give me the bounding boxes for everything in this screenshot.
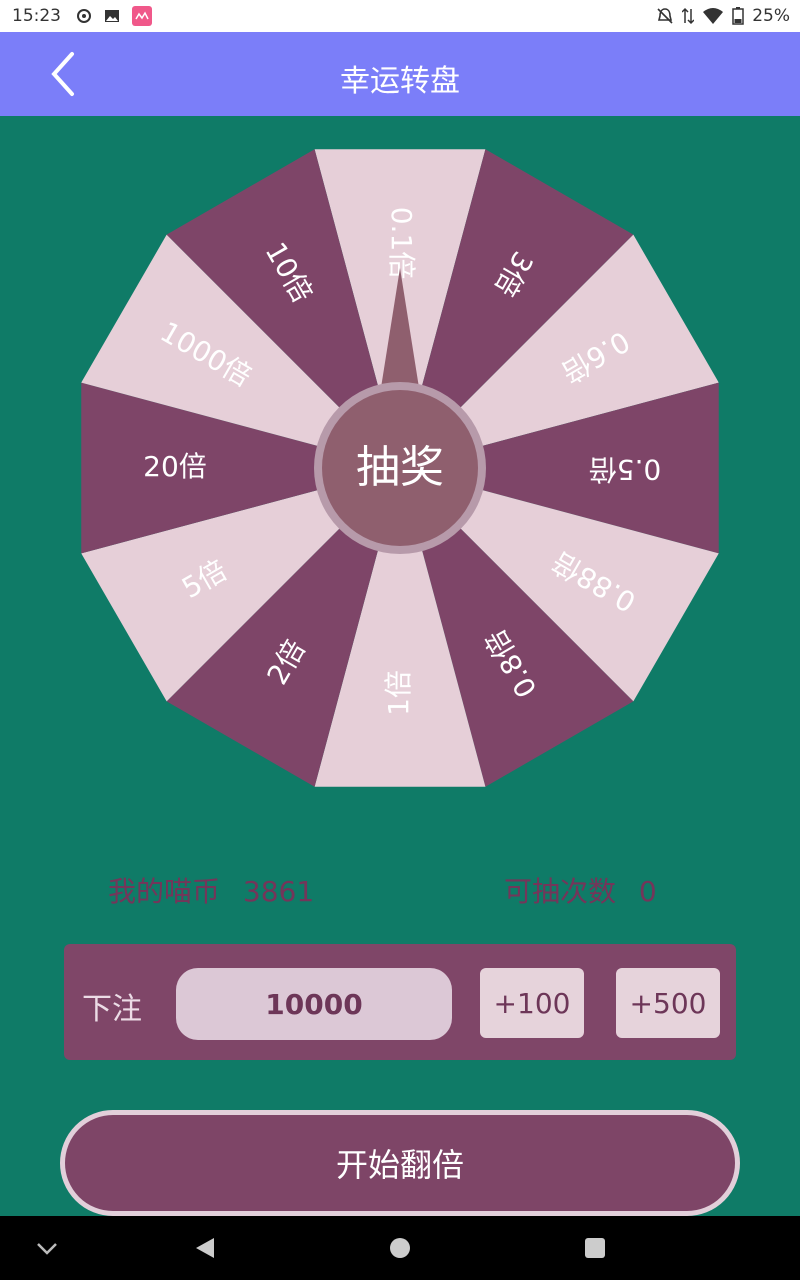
bet-amount-input[interactable] xyxy=(176,968,452,1040)
wheel-segment-label: 1倍 xyxy=(382,670,415,716)
draws-label: 可抽次数 xyxy=(504,875,617,908)
draw-button-label[interactable]: 抽奖 xyxy=(356,442,444,493)
wifi-icon xyxy=(703,8,724,24)
wheel-segment-label: 0.1倍 xyxy=(385,207,418,280)
system-nav-bar xyxy=(0,1216,800,1280)
draws-value: 0 xyxy=(638,875,657,908)
prize-wheel: 0.1倍 3倍 0.6倍 0.5倍 0.88倍 0.8倍 1倍 2倍 5倍 20倍 1000倍 10倍… xyxy=(70,138,730,798)
app-notification-icon xyxy=(132,6,152,26)
bet-label: 下注 xyxy=(82,992,142,1027)
notifications-off-icon xyxy=(657,8,673,24)
battery-icon xyxy=(732,7,744,25)
status-bar: 15:23 25% xyxy=(0,0,800,32)
nav-home-icon[interactable] xyxy=(389,1237,411,1259)
coins-label: 我的喵币 xyxy=(108,875,221,908)
wheel-segment-label: 20倍 xyxy=(143,450,207,483)
data-arrows-icon xyxy=(682,7,695,25)
battery-percent: 25% xyxy=(752,6,790,26)
draws-stat: 可抽次数 0 xyxy=(504,870,657,910)
status-time: 15:23 xyxy=(12,6,61,26)
wheel-segment-label: 0.5倍 xyxy=(589,453,662,486)
add-500-button[interactable]: +500 xyxy=(616,968,720,1038)
nav-collapse-icon[interactable] xyxy=(36,1242,58,1256)
page-title: 幸运转盘 xyxy=(340,64,460,99)
nav-recents-icon[interactable] xyxy=(584,1237,606,1259)
app-bar: 幸运转盘 xyxy=(0,32,800,116)
coins-value: 3861 xyxy=(242,875,315,908)
nav-back-icon[interactable] xyxy=(194,1236,216,1260)
gallery-icon xyxy=(105,10,119,22)
coins-stat: 我的喵币 3861 xyxy=(108,870,314,910)
netease-icon xyxy=(77,9,91,23)
stats-row: 我的喵币 3861 可抽次数 0 xyxy=(0,866,800,916)
bet-panel: 下注 +100 +500 xyxy=(64,944,736,1060)
start-double-button[interactable]: 开始翻倍 xyxy=(60,1110,740,1216)
prize-wheel-svg: 0.1倍 3倍0.6倍0.5倍0.88倍0.8倍1倍2倍5倍20倍1000倍10倍… xyxy=(81,149,719,787)
add-100-button[interactable]: +100 xyxy=(480,968,584,1038)
